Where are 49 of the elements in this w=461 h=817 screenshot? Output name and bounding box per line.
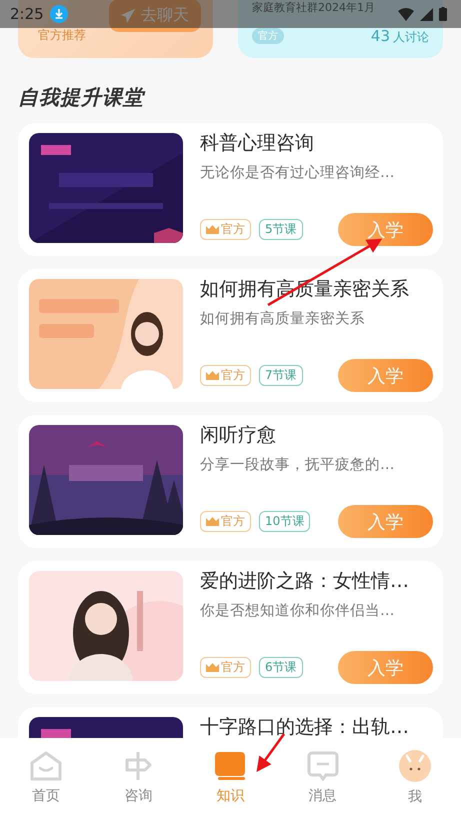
lesson-count: 10节课 <box>259 511 310 532</box>
enroll-button[interactable]: 入学 <box>338 359 433 392</box>
course-title: 闲听疗愈 <box>200 425 277 445</box>
lesson-count: 6节课 <box>259 657 303 678</box>
book-icon <box>214 750 246 780</box>
course-title: 科普心理咨询 <box>200 133 315 153</box>
course-description: 你是否想知道你和你伴侣当… <box>200 602 396 620</box>
course-card[interactable]: 闲听疗愈 分享一段故事，抚平疲惫的… 官方 10节课 入学 <box>18 415 443 548</box>
course-description: 如何拥有高质量亲密关系 <box>200 310 366 328</box>
nav-tab[interactable]: 消息 <box>292 750 353 804</box>
course-card[interactable]: 科普心理咨询 无论你是否有过心理咨询经… 官方 5节课 入学 <box>18 123 443 256</box>
crown-icon <box>206 371 219 380</box>
course-description: 无论你是否有过心理咨询经… <box>200 164 396 182</box>
nav-tab[interactable]: 我 <box>384 750 445 806</box>
course-title: 爱的进阶之路：女性情… <box>200 571 410 591</box>
discussion-count: 43 <box>370 27 390 45</box>
chat-icon <box>306 750 339 780</box>
battery-icon <box>439 7 447 21</box>
course-card[interactable]: 爱的进阶之路：女性情… 你是否想知道你和你伴侣当… 官方 6节课 入学 <box>18 561 443 694</box>
group-title: 家庭教育社群2024年1月 <box>252 0 375 15</box>
crown-icon <box>206 663 219 672</box>
enroll-button[interactable]: 入学 <box>338 651 433 684</box>
official-badge: 官方 <box>200 219 251 240</box>
home-icon <box>30 750 62 780</box>
promo-label: 官方推荐 <box>38 27 86 44</box>
discussion-label: 人讨论 <box>393 30 429 44</box>
nav-tab[interactable]: 咨询 <box>108 750 168 804</box>
nav-tab[interactable]: 首页 <box>16 750 76 804</box>
official-badge: 官方 <box>200 365 251 386</box>
wifi-icon <box>398 8 414 20</box>
official-badge: 官方 <box>252 28 284 44</box>
crown-icon <box>206 225 219 234</box>
official-badge: 官方 <box>200 657 251 678</box>
crown-icon <box>206 517 219 526</box>
signpost-icon <box>123 750 154 780</box>
course-title: 十字路口的选择：出轨… <box>200 717 410 737</box>
official-badge: 官方 <box>200 511 251 532</box>
avatar-icon <box>398 750 431 782</box>
lesson-count: 7节课 <box>259 365 303 386</box>
course-card[interactable]: 十字路口的选择：出轨… <box>18 707 443 738</box>
enroll-button[interactable]: 入学 <box>338 505 433 538</box>
enroll-button[interactable]: 入学 <box>338 213 433 246</box>
section-title: 自我提升课堂 <box>18 84 146 111</box>
lesson-count: 5节课 <box>259 219 303 240</box>
signal-icon <box>420 8 433 20</box>
status-time: 2:25 <box>10 5 44 23</box>
send-icon <box>121 8 135 22</box>
nav-tab[interactable]: 知识 <box>200 750 260 804</box>
course-description: 分享一段故事，抚平疲惫的… <box>200 456 396 474</box>
